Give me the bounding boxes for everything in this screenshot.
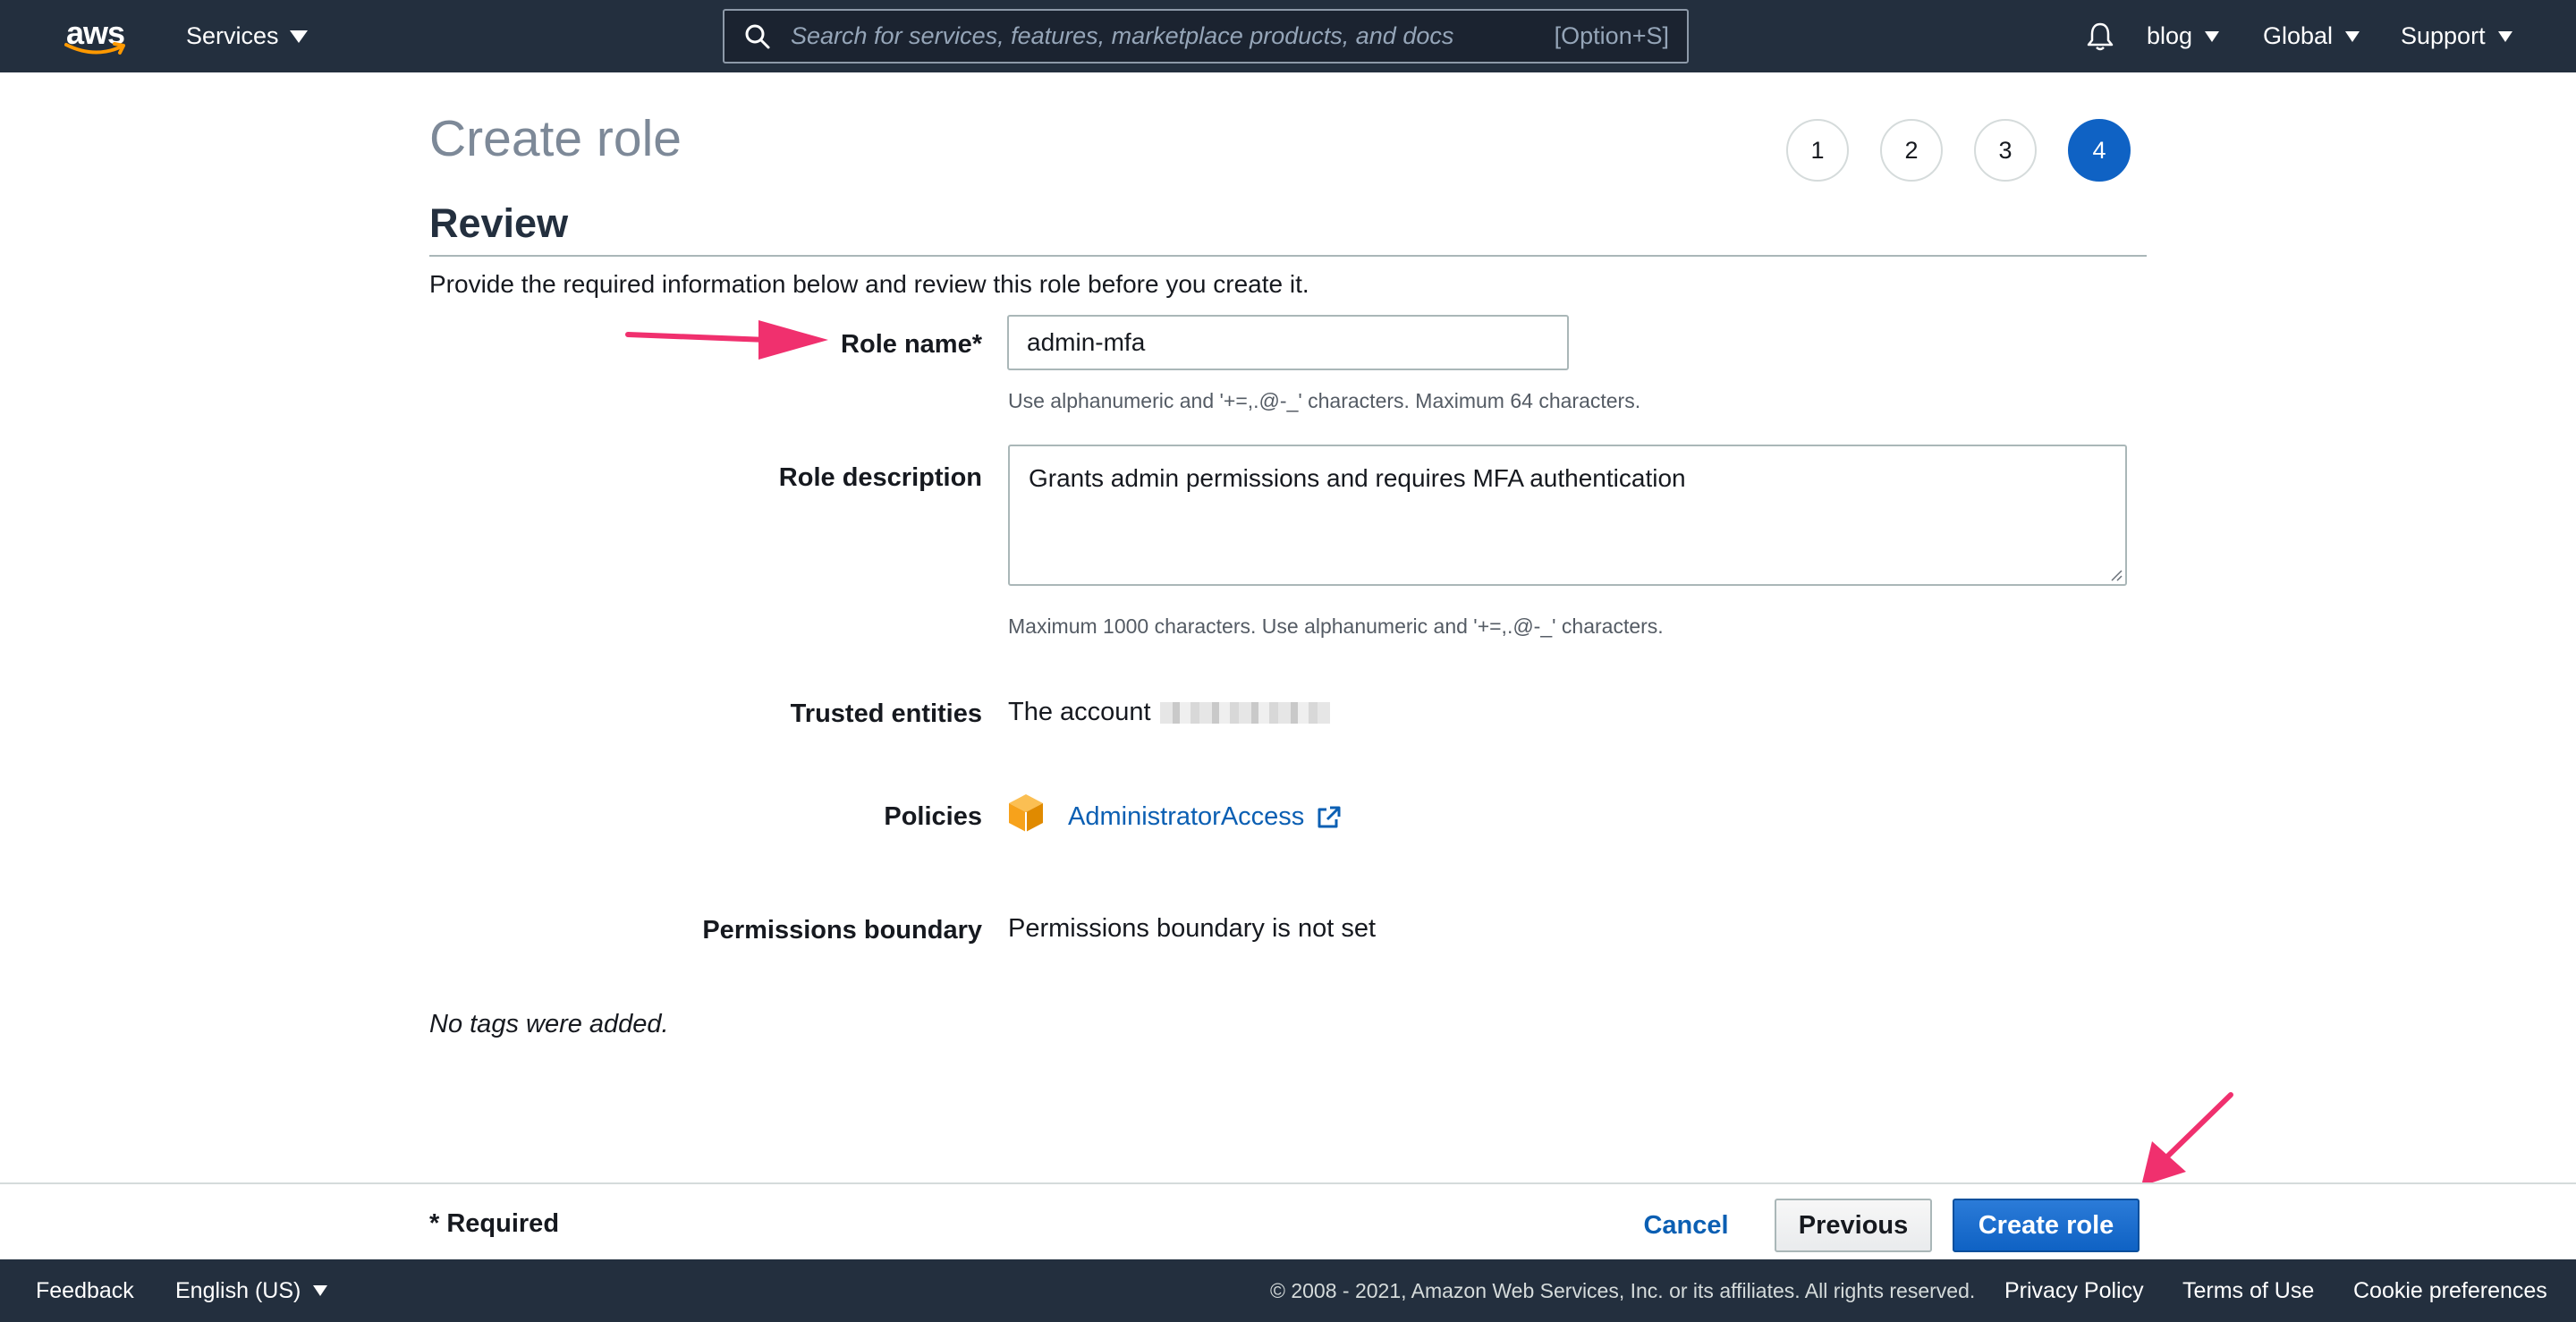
bell-icon — [2087, 22, 2114, 50]
cancel-button[interactable]: Cancel — [1628, 1199, 1744, 1252]
policy-name: AdministratorAccess — [1068, 802, 1305, 831]
intro-text: Provide the required information below a… — [429, 270, 1309, 298]
account-label: blog — [2147, 22, 2193, 49]
previous-button[interactable]: Previous — [1775, 1199, 1932, 1252]
permissions-boundary-label: Permissions boundary — [702, 916, 982, 945]
required-note: * Required — [429, 1209, 560, 1238]
no-tags-message: No tags were added. — [429, 1010, 669, 1038]
step-3[interactable]: 3 — [1974, 119, 2037, 182]
notifications-button[interactable] — [2086, 0, 2114, 72]
policy-cube-icon — [1009, 794, 1043, 832]
support-menu[interactable]: Support — [2401, 0, 2512, 72]
policy-link-administratoraccess[interactable]: AdministratorAccess — [1068, 802, 1342, 832]
step-1[interactable]: 1 — [1786, 119, 1849, 182]
redacted-account-id — [1159, 702, 1330, 725]
terms-of-use-link[interactable]: Terms of Use — [2182, 1259, 2314, 1322]
chevron-down-icon — [313, 1285, 328, 1296]
account-menu[interactable]: blog — [2147, 0, 2220, 72]
search-placeholder: Search for services, features, marketpla… — [791, 22, 1454, 49]
action-bar: * Required Cancel Previous Create role — [0, 1182, 2576, 1259]
trusted-entities-label: Trusted entities — [790, 699, 982, 728]
policies-label: Policies — [884, 802, 982, 831]
console-footer: Feedback English (US) © 2008 - 2021, Ama… — [0, 1259, 2576, 1322]
role-name-input[interactable]: admin-mfa — [1007, 315, 1569, 370]
annotation-arrow — [2141, 1092, 2233, 1186]
chevron-down-icon — [2345, 30, 2360, 42]
chevron-down-icon — [2497, 30, 2512, 42]
cookie-preferences-link[interactable]: Cookie preferences — [2353, 1259, 2547, 1322]
page-title: Create role — [429, 110, 682, 167]
services-menu[interactable]: Services — [186, 0, 308, 72]
aws-smile-icon — [64, 42, 125, 55]
copyright-text: © 2008 - 2021, Amazon Web Services, Inc.… — [1270, 1278, 1976, 1302]
step-2[interactable]: 2 — [1880, 119, 1943, 182]
chevron-down-icon — [289, 30, 308, 43]
search-icon — [745, 24, 770, 48]
external-link-icon — [1318, 806, 1341, 827]
annotation-arrow — [625, 320, 828, 360]
create-role-button[interactable]: Create role — [1953, 1199, 2140, 1252]
language-label: English (US) — [175, 1277, 301, 1303]
role-name-hint: Use alphanumeric and '+=,.@-_' character… — [1008, 389, 1641, 412]
trusted-entities-text: The account — [1008, 698, 1151, 726]
trusted-entities-value: The account — [1008, 698, 1330, 727]
privacy-policy-link[interactable]: Privacy Policy — [2004, 1259, 2144, 1322]
permissions-boundary-value: Permissions boundary is not set — [1008, 914, 1377, 943]
search-input[interactable]: Search for services, features, marketpla… — [723, 9, 1689, 64]
role-description-hint: Maximum 1000 characters. Use alphanumeri… — [1008, 614, 1664, 638]
search-shortcut: [Option+S] — [1554, 22, 1669, 49]
role-description-textarea[interactable]: Grants admin permissions and requires MF… — [1008, 445, 2127, 586]
section-divider — [429, 255, 2147, 257]
feedback-link[interactable]: Feedback — [36, 1259, 134, 1322]
resize-grip-icon[interactable] — [2108, 567, 2123, 581]
section-title: Review — [429, 200, 569, 246]
step-4-active: 4 — [2068, 119, 2131, 182]
services-label: Services — [186, 22, 279, 49]
chevron-down-icon — [2205, 30, 2220, 42]
role-name-label: Role name* — [841, 330, 982, 359]
top-navigation: aws Services Search for services, featur… — [0, 0, 2576, 72]
language-selector[interactable]: English (US) — [175, 1259, 328, 1322]
aws-logo[interactable]: aws — [64, 14, 127, 55]
support-label: Support — [2401, 22, 2486, 49]
region-menu[interactable]: Global — [2263, 0, 2360, 72]
region-label: Global — [2263, 22, 2334, 49]
role-description-value: Grants admin permissions and requires MF… — [1029, 464, 1686, 492]
role-description-label: Role description — [778, 463, 982, 492]
